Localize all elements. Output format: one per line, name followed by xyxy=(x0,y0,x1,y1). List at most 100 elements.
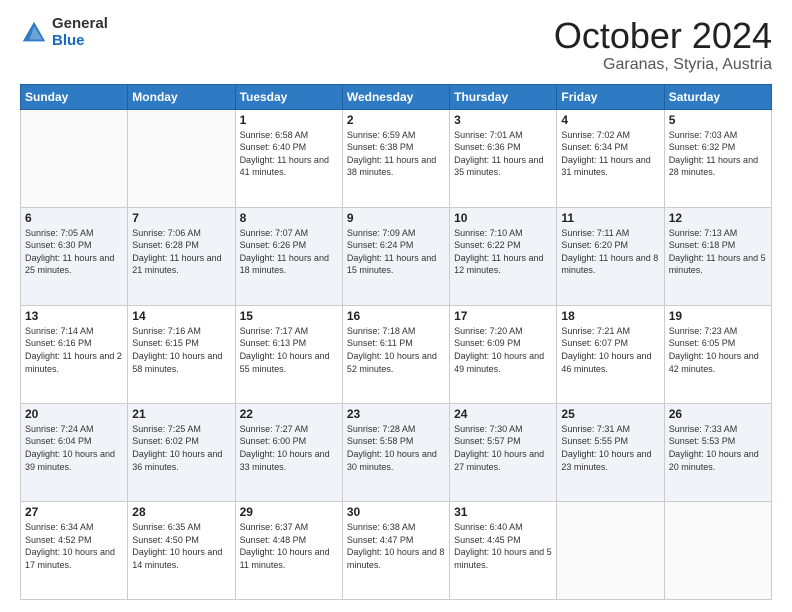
month-title: October 2024 xyxy=(554,16,772,56)
day-number: 31 xyxy=(454,505,552,519)
day-number: 5 xyxy=(669,113,767,127)
calendar-week-3: 13 Sunrise: 7:14 AM Sunset: 6:16 PM Dayli… xyxy=(21,305,772,403)
table-row: 9 Sunrise: 7:09 AM Sunset: 6:24 PM Daylig… xyxy=(342,207,449,305)
day-number: 19 xyxy=(669,309,767,323)
day-number: 29 xyxy=(240,505,338,519)
calendar-week-4: 20Sunrise: 7:24 AM Sunset: 6:04 PM Dayli… xyxy=(21,403,772,501)
table-row: 24 Sunrise: 7:30 AM Sunset: 5:57 PM Dayli… xyxy=(450,403,557,501)
day-number: 26 xyxy=(669,407,767,421)
day-info: Sunrise: 7:11 AM Sunset: 6:20 PM Dayligh… xyxy=(561,227,659,277)
logo-icon xyxy=(20,19,48,47)
calendar: Sunday Monday Tuesday Wednesday Thursday… xyxy=(20,84,772,600)
day-number: 2 xyxy=(347,113,445,127)
table-row: 14Sunrise: 7:16 AM Sunset: 6:15 PM Dayli… xyxy=(128,305,235,403)
day-number: 25 xyxy=(561,407,659,421)
day-info: Sunrise: 7:25 AM Sunset: 6:02 PM Dayligh… xyxy=(132,423,230,473)
table-row: 11 Sunrise: 7:11 AM Sunset: 6:20 PM Dayli… xyxy=(557,207,664,305)
day-info: Sunrise: 7:05 AM Sunset: 6:30 PM Dayligh… xyxy=(25,227,123,277)
day-info: Sunrise: 7:33 AM Sunset: 5:53 PM Dayligh… xyxy=(669,423,767,473)
table-row: 21 Sunrise: 7:25 AM Sunset: 6:02 PM Dayli… xyxy=(128,403,235,501)
day-info: Sunrise: 6:35 AM Sunset: 4:50 PM Dayligh… xyxy=(132,521,230,571)
day-info: Sunrise: 7:18 AM Sunset: 6:11 PM Dayligh… xyxy=(347,325,445,375)
day-number: 14 xyxy=(132,309,230,323)
day-info: Sunrise: 7:21 AM Sunset: 6:07 PM Dayligh… xyxy=(561,325,659,375)
col-wednesday: Wednesday xyxy=(342,84,449,109)
table-row: 18 Sunrise: 7:21 AM Sunset: 6:07 PM Dayli… xyxy=(557,305,664,403)
day-info: Sunrise: 7:02 AM Sunset: 6:34 PM Dayligh… xyxy=(561,129,659,179)
calendar-header-row: Sunday Monday Tuesday Wednesday Thursday… xyxy=(21,84,772,109)
table-row: 5 Sunrise: 7:03 AM Sunset: 6:32 PM Daylig… xyxy=(664,109,771,207)
day-number: 1 xyxy=(240,113,338,127)
col-monday: Monday xyxy=(128,84,235,109)
day-number: 24 xyxy=(454,407,552,421)
day-info: Sunrise: 6:34 AM Sunset: 4:52 PM Dayligh… xyxy=(25,521,123,571)
day-info: Sunrise: 7:28 AM Sunset: 5:58 PM Dayligh… xyxy=(347,423,445,473)
day-number: 11 xyxy=(561,211,659,225)
day-info: Sunrise: 7:10 AM Sunset: 6:22 PM Dayligh… xyxy=(454,227,552,277)
table-row: 3Sunrise: 7:01 AM Sunset: 6:36 PM Daylig… xyxy=(450,109,557,207)
table-row xyxy=(128,109,235,207)
table-row: 8Sunrise: 7:07 AM Sunset: 6:26 PM Daylig… xyxy=(235,207,342,305)
table-row: 23 Sunrise: 7:28 AM Sunset: 5:58 PM Dayli… xyxy=(342,403,449,501)
day-info: Sunrise: 7:09 AM Sunset: 6:24 PM Dayligh… xyxy=(347,227,445,277)
day-info: Sunrise: 7:17 AM Sunset: 6:13 PM Dayligh… xyxy=(240,325,338,375)
day-number: 27 xyxy=(25,505,123,519)
table-row: 28Sunrise: 6:35 AM Sunset: 4:50 PM Dayli… xyxy=(128,501,235,599)
col-thursday: Thursday xyxy=(450,84,557,109)
day-number: 9 xyxy=(347,211,445,225)
day-number: 23 xyxy=(347,407,445,421)
col-sunday: Sunday xyxy=(21,84,128,109)
table-row xyxy=(557,501,664,599)
location-title: Garanas, Styria, Austria xyxy=(554,56,772,74)
day-number: 4 xyxy=(561,113,659,127)
day-info: Sunrise: 6:38 AM Sunset: 4:47 PM Dayligh… xyxy=(347,521,445,571)
day-number: 21 xyxy=(132,407,230,421)
logo-blue: Blue xyxy=(52,33,108,50)
header: General Blue October 2024 Garanas, Styri… xyxy=(20,16,772,74)
day-number: 13 xyxy=(25,309,123,323)
day-info: Sunrise: 7:03 AM Sunset: 6:32 PM Dayligh… xyxy=(669,129,767,179)
logo: General Blue xyxy=(20,16,108,49)
day-number: 18 xyxy=(561,309,659,323)
table-row: 10Sunrise: 7:10 AM Sunset: 6:22 PM Dayli… xyxy=(450,207,557,305)
table-row: 30 Sunrise: 6:38 AM Sunset: 4:47 PM Dayli… xyxy=(342,501,449,599)
day-number: 17 xyxy=(454,309,552,323)
day-number: 30 xyxy=(347,505,445,519)
day-info: Sunrise: 7:20 AM Sunset: 6:09 PM Dayligh… xyxy=(454,325,552,375)
table-row xyxy=(21,109,128,207)
day-info: Sunrise: 7:13 AM Sunset: 6:18 PM Dayligh… xyxy=(669,227,767,277)
day-info: Sunrise: 6:59 AM Sunset: 6:38 PM Dayligh… xyxy=(347,129,445,179)
table-row: 17 Sunrise: 7:20 AM Sunset: 6:09 PM Dayli… xyxy=(450,305,557,403)
table-row: 1 Sunrise: 6:58 AM Sunset: 6:40 PM Daylig… xyxy=(235,109,342,207)
day-info: Sunrise: 7:30 AM Sunset: 5:57 PM Dayligh… xyxy=(454,423,552,473)
table-row: 22Sunrise: 7:27 AM Sunset: 6:00 PM Dayli… xyxy=(235,403,342,501)
day-number: 16 xyxy=(347,309,445,323)
table-row: 7Sunrise: 7:06 AM Sunset: 6:28 PM Daylig… xyxy=(128,207,235,305)
logo-text: General Blue xyxy=(52,16,108,49)
table-row: 25 Sunrise: 7:31 AM Sunset: 5:55 PM Dayli… xyxy=(557,403,664,501)
table-row: 4 Sunrise: 7:02 AM Sunset: 6:34 PM Daylig… xyxy=(557,109,664,207)
table-row: 31Sunrise: 6:40 AM Sunset: 4:45 PM Dayli… xyxy=(450,501,557,599)
table-row: 12 Sunrise: 7:13 AM Sunset: 6:18 PM Dayli… xyxy=(664,207,771,305)
day-info: Sunrise: 7:27 AM Sunset: 6:00 PM Dayligh… xyxy=(240,423,338,473)
day-number: 12 xyxy=(669,211,767,225)
table-row xyxy=(664,501,771,599)
day-info: Sunrise: 7:14 AM Sunset: 6:16 PM Dayligh… xyxy=(25,325,123,375)
day-info: Sunrise: 7:06 AM Sunset: 6:28 PM Dayligh… xyxy=(132,227,230,277)
day-number: 15 xyxy=(240,309,338,323)
day-info: Sunrise: 6:58 AM Sunset: 6:40 PM Dayligh… xyxy=(240,129,338,179)
day-number: 20 xyxy=(25,407,123,421)
table-row: 26 Sunrise: 7:33 AM Sunset: 5:53 PM Dayli… xyxy=(664,403,771,501)
table-row: 15 Sunrise: 7:17 AM Sunset: 6:13 PM Dayli… xyxy=(235,305,342,403)
table-row: 6Sunrise: 7:05 AM Sunset: 6:30 PM Daylig… xyxy=(21,207,128,305)
day-number: 8 xyxy=(240,211,338,225)
col-saturday: Saturday xyxy=(664,84,771,109)
day-info: Sunrise: 7:31 AM Sunset: 5:55 PM Dayligh… xyxy=(561,423,659,473)
table-row: 20Sunrise: 7:24 AM Sunset: 6:04 PM Dayli… xyxy=(21,403,128,501)
day-info: Sunrise: 6:37 AM Sunset: 4:48 PM Dayligh… xyxy=(240,521,338,571)
calendar-week-1: 1 Sunrise: 6:58 AM Sunset: 6:40 PM Daylig… xyxy=(21,109,772,207)
logo-general: General xyxy=(52,16,108,33)
table-row: 27 Sunrise: 6:34 AM Sunset: 4:52 PM Dayli… xyxy=(21,501,128,599)
table-row: 29 Sunrise: 6:37 AM Sunset: 4:48 PM Dayli… xyxy=(235,501,342,599)
col-friday: Friday xyxy=(557,84,664,109)
